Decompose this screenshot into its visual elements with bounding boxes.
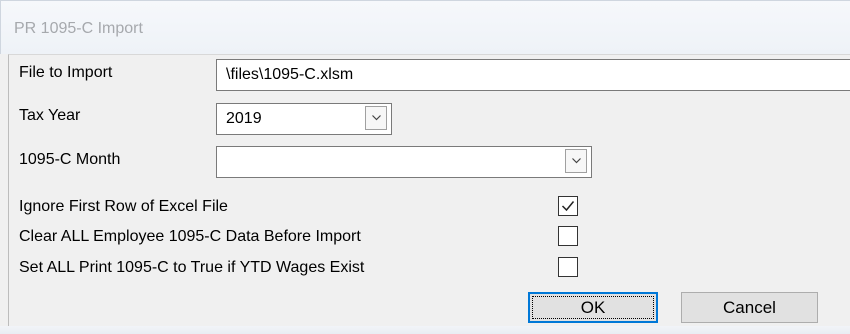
ok-button-label: OK [580,298,606,317]
ignore-first-row-label: Ignore First Row of Excel File [19,198,228,215]
clear-all-data-checkbox[interactable] [558,226,578,246]
set-all-print-label: Set ALL Print 1095-C to True if YTD Wage… [19,259,365,276]
clear-all-data-label: Clear ALL Employee 1095-C Data Before Im… [19,228,361,245]
ignore-first-row-checkbox[interactable] [558,196,578,216]
title-bar[interactable]: PR 1095-C Import [0,0,850,54]
cancel-button-label: Cancel [723,298,776,317]
window-title: PR 1095-C Import [14,20,143,37]
cancel-button[interactable]: Cancel [681,292,818,323]
dialog-body [8,54,850,326]
month-dropdown-button[interactable] [565,149,587,173]
chevron-down-icon [572,158,581,164]
month-select[interactable] [216,146,592,178]
chevron-down-icon [372,115,381,121]
tax-year-label: Tax Year [19,107,81,124]
tax-year-value: 2019 [226,110,262,127]
import-dialog: PR 1095-C Import File to Import \files\1… [0,0,850,334]
file-to-import-input[interactable]: \files\1095-C.xlsm [216,59,850,91]
file-to-import-label: File to Import [19,64,113,81]
window-bottom-edge [0,326,850,334]
tax-year-select[interactable]: 2019 [216,103,392,135]
month-label: 1095-C Month [19,151,121,168]
set-all-print-checkbox[interactable] [558,257,578,277]
checkmark-icon [561,201,575,212]
tax-year-dropdown-button[interactable] [365,106,387,130]
ok-button[interactable]: OK [528,292,658,323]
